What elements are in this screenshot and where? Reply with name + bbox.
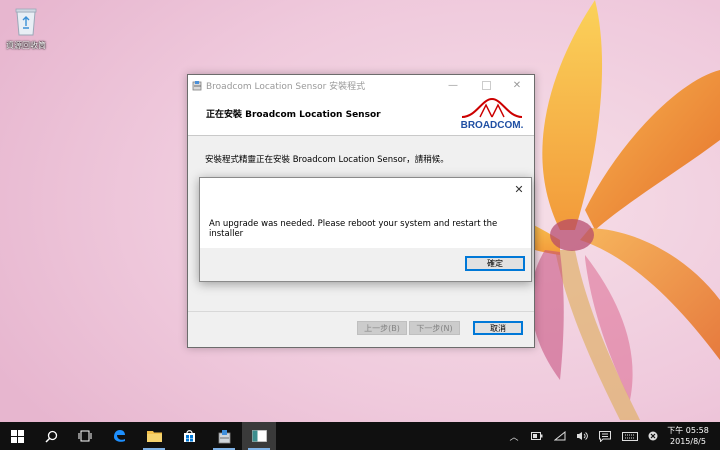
file-explorer-icon xyxy=(146,431,162,442)
close-icon: ✕ xyxy=(512,79,522,91)
dialog-close-button[interactable]: ✕ xyxy=(511,181,527,197)
network-button[interactable] xyxy=(552,422,568,450)
recycle-bin-icon xyxy=(15,8,37,36)
battery-icon xyxy=(531,432,543,440)
search-button[interactable] xyxy=(34,422,68,450)
maximize-icon xyxy=(481,80,491,90)
installer-header-title: 正在安裝 Broadcom Location Sensor xyxy=(206,110,381,120)
error-dialog: ✕ An upgrade was needed. Please reboot y… xyxy=(199,177,532,282)
recycle-bin-label: 資源回收筒 xyxy=(6,41,46,50)
notification-icon xyxy=(599,430,611,442)
minimize-icon: — xyxy=(448,79,458,91)
edge-icon xyxy=(114,430,125,442)
store-icon xyxy=(183,430,195,442)
start-button[interactable] xyxy=(0,422,34,450)
volume-button[interactable] xyxy=(574,422,590,450)
installer-app-icon xyxy=(192,80,202,90)
chevron-up-icon: ︿ xyxy=(509,432,519,443)
back-button[interactable]: 上一步(B) xyxy=(357,321,407,335)
start-icon xyxy=(10,429,24,443)
dialog-message: An upgrade was needed. Please reboot you… xyxy=(209,219,498,239)
broadcom-logo-text: BROADCOM. xyxy=(461,120,524,131)
taskbar: ︿ 下午 05:58 2015/8/5 xyxy=(0,422,720,450)
show-hidden-icons-button[interactable]: ︿ xyxy=(506,422,522,450)
cancel-button[interactable]: 取消 xyxy=(473,321,523,335)
ok-button[interactable]: 確定 xyxy=(465,256,525,271)
store-button[interactable] xyxy=(172,422,206,450)
minimize-button[interactable]: — xyxy=(438,75,468,95)
installer-window-title: Broadcom Location Sensor 安裝程式 xyxy=(206,81,366,92)
task-view-icon xyxy=(78,430,92,442)
search-icon xyxy=(44,430,57,443)
battery-button[interactable] xyxy=(529,422,545,450)
installer-titlebar[interactable]: Broadcom Location Sensor 安裝程式 — ✕ xyxy=(188,75,534,95)
close-icon: ✕ xyxy=(514,182,524,196)
error-circle-icon xyxy=(648,431,658,441)
installer-close-button[interactable]: ✕ xyxy=(502,75,532,95)
button-area-divider xyxy=(188,311,534,312)
next-button[interactable]: 下一步(N) xyxy=(409,321,460,335)
task-view-button[interactable] xyxy=(68,422,102,450)
installer-header: 正在安裝 Broadcom Location Sensor BROADCOM. xyxy=(188,95,534,136)
taskbar-clock[interactable]: 下午 05:58 2015/8/5 xyxy=(662,425,714,447)
dialog-app-icon xyxy=(251,430,267,442)
recycle-bin[interactable]: 資源回收筒 xyxy=(4,6,48,51)
broadcom-logo: BROADCOM. xyxy=(461,97,524,131)
clock-date: 2015/8/5 xyxy=(670,437,706,446)
wifi-icon xyxy=(554,431,566,441)
status-button[interactable] xyxy=(645,422,661,450)
dialog-taskbar-button[interactable] xyxy=(242,422,276,450)
installer-taskbar-button[interactable] xyxy=(207,422,241,450)
touch-keyboard-button[interactable] xyxy=(620,422,640,450)
installer-app-icon xyxy=(218,429,230,443)
maximize-button[interactable] xyxy=(471,75,501,95)
speaker-icon xyxy=(577,432,588,440)
dialog-content: ✕ An upgrade was needed. Please reboot y… xyxy=(200,178,531,248)
edge-button[interactable] xyxy=(102,422,136,450)
installer-progress-text: 安裝程式精靈正在安裝 Broadcom Location Sensor，請稍候。 xyxy=(205,155,449,165)
keyboard-icon xyxy=(622,431,638,441)
file-explorer-button[interactable] xyxy=(137,422,171,450)
action-center-button[interactable] xyxy=(597,422,613,450)
clock-time: 下午 05:58 xyxy=(667,426,709,435)
